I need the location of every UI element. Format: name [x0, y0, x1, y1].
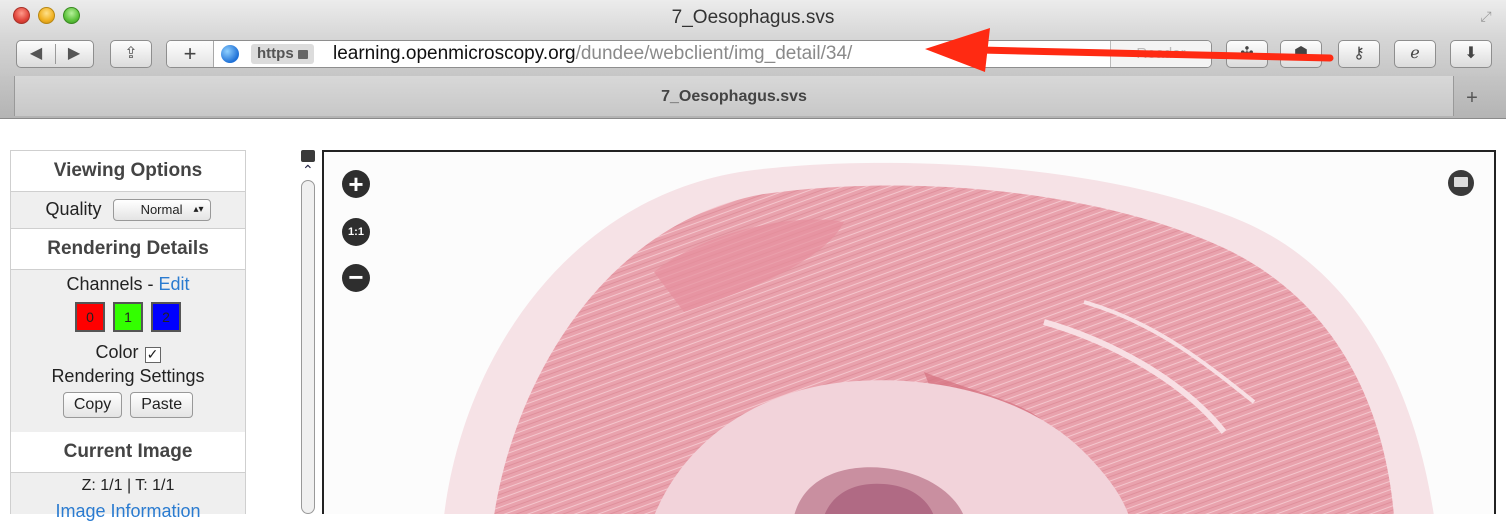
zoom-out-button[interactable]: −	[342, 264, 370, 292]
reader-button[interactable]: Reader	[1110, 41, 1211, 67]
channel-buttons: 012	[11, 298, 245, 342]
url-path: /dundee/webclient/img_detail/34/	[575, 43, 853, 64]
new-tab-button[interactable]: +	[1452, 84, 1492, 112]
tab-active[interactable]: 7_Oesophagus.svs	[14, 76, 1454, 116]
address-bar[interactable]: + https learning.openmicroscopy.org/dund…	[166, 40, 1212, 68]
stop-sign-icon: ⬢	[1294, 45, 1308, 62]
window-titlebar: 7_Oesophagus.svs ⤢	[0, 0, 1506, 38]
download-icon: ⬇	[1464, 45, 1478, 62]
url-text[interactable]: learning.openmicroscopy.org/dundee/webcl…	[333, 42, 852, 66]
downloads-button[interactable]: ⬇	[1450, 40, 1492, 68]
channels-label: Channels -	[66, 274, 159, 294]
edit-channels-link[interactable]: Edit	[159, 274, 190, 294]
extension-ie-button[interactable]: ℯ	[1394, 40, 1436, 68]
quality-select[interactable]: Normal ▴▾	[112, 199, 211, 222]
color-checkbox[interactable]: ✓	[144, 347, 161, 363]
image-information-link[interactable]: Image Information	[11, 499, 245, 523]
slider-top-icon[interactable]	[301, 150, 315, 162]
quality-row: Quality Normal ▴▾	[11, 192, 245, 229]
viewing-options-panel: Viewing Options Quality Normal ▴▾ Renderi…	[10, 150, 246, 521]
current-image-heading: Current Image	[11, 432, 245, 473]
https-badge: https	[251, 44, 314, 64]
forward-button[interactable]: ▶	[55, 41, 93, 67]
z-slider: ⌃	[300, 150, 318, 514]
color-row: Color ✓	[11, 342, 245, 366]
https-label: https	[257, 45, 294, 62]
ie-icon: ℯ	[1410, 45, 1420, 62]
window-title: 7_Oesophagus.svs	[671, 7, 835, 28]
channel-2-button[interactable]: 2	[151, 302, 181, 332]
image-viewer[interactable]: + 1:1 −	[322, 150, 1496, 514]
zoom-in-button[interactable]: +	[342, 170, 370, 198]
fullscreen-viewer-button[interactable]	[1448, 170, 1474, 196]
url-host: learning.openmicroscopy.org	[333, 43, 576, 64]
share-button[interactable]: ⇪	[110, 40, 152, 68]
globe-icon	[221, 45, 239, 63]
slider-track[interactable]	[301, 180, 315, 514]
copy-button[interactable]: Copy	[62, 392, 123, 418]
extension-puzzle-button[interactable]: ✣	[1226, 40, 1268, 68]
zoom-actual-size-button[interactable]: 1:1	[342, 218, 370, 246]
tab-bar: 7_Oesophagus.svs +	[0, 76, 1506, 119]
quality-value: Normal	[140, 202, 183, 218]
tissue-image	[444, 162, 1434, 514]
copy-paste-row: Copy Paste	[11, 392, 245, 432]
quality-label: Quality	[45, 199, 102, 219]
viewing-options-heading: Viewing Options	[11, 151, 245, 192]
select-arrows-icon: ▴▾	[193, 204, 204, 216]
extension-adblock-button[interactable]: ⬢	[1280, 40, 1322, 68]
channel-0-button[interactable]: 0	[75, 302, 105, 332]
share-icon: ⇪	[124, 45, 138, 62]
z-t-status: Z: 1/1 | T: 1/1	[81, 477, 175, 494]
back-forward-group: ◀ ▶	[16, 40, 94, 68]
paste-button[interactable]: Paste	[130, 392, 194, 418]
color-label: Color	[95, 342, 139, 362]
puzzle-icon: ✣	[1240, 45, 1254, 62]
add-bookmark-button[interactable]: +	[167, 41, 214, 67]
extension-key-button[interactable]: ⚷	[1338, 40, 1380, 68]
back-button[interactable]: ◀	[17, 41, 55, 67]
key-icon: ⚷	[1353, 45, 1365, 62]
channel-1-button[interactable]: 1	[113, 302, 143, 332]
chevron-up-icon[interactable]: ⌃	[302, 163, 314, 177]
browser-toolbar: ◀ ▶ ⇪ + https learning.openmicroscopy.org…	[0, 38, 1506, 76]
rendering-settings-label: Rendering Settings	[51, 366, 205, 386]
lock-icon	[297, 50, 308, 59]
rendering-details-heading: Rendering Details	[11, 229, 245, 270]
channels-row: Channels - Edit	[11, 270, 245, 298]
nav-divider	[55, 44, 56, 64]
fullscreen-icon[interactable]: ⤢	[1478, 8, 1494, 24]
